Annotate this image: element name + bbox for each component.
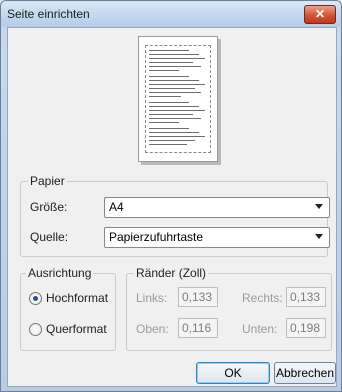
paper-source-label: Quelle: — [30, 230, 69, 244]
preview-text-line — [149, 132, 199, 133]
preview-text-line — [149, 122, 179, 123]
orientation-group — [20, 273, 116, 351]
paper-size-value: A4 — [109, 200, 124, 214]
margin-right-value: 0,133 — [290, 290, 321, 304]
margin-left-label: Links: — [136, 291, 168, 305]
dialog-client-area: Papier Größe: A4 Quelle: Papierzufuhrtas… — [7, 27, 337, 387]
margin-right-label: Rechts: — [242, 291, 283, 305]
preview-text-line — [149, 140, 195, 141]
preview-text-line — [149, 84, 205, 85]
preview-text-line — [149, 76, 189, 77]
close-button[interactable]: ✕ — [304, 5, 336, 24]
ok-button[interactable]: OK — [196, 362, 270, 384]
page-preview-margins — [145, 45, 211, 153]
preview-text-line — [149, 54, 199, 55]
preview-text-line — [149, 114, 193, 115]
margin-top-label: Oben: — [136, 322, 169, 336]
margin-right-field[interactable]: 0,133 — [286, 287, 326, 307]
margin-bottom-value: 0,198 — [290, 321, 321, 335]
margins-group-label: Ränder (Zoll) — [134, 266, 209, 280]
preview-text-line — [149, 136, 205, 137]
radio-selected-dot — [33, 296, 38, 301]
chevron-down-icon — [315, 234, 323, 239]
portrait-radio[interactable] — [29, 292, 42, 305]
page-preview — [138, 36, 218, 162]
landscape-label[interactable]: Querformat — [46, 322, 107, 336]
margin-bottom-label: Unten: — [242, 322, 278, 336]
margin-top-field[interactable]: 0,116 — [178, 318, 218, 338]
preview-text-line — [149, 118, 201, 119]
preview-text-line — [149, 50, 189, 51]
margin-left-field[interactable]: 0,133 — [178, 287, 218, 307]
paper-group-label: Papier — [28, 174, 67, 188]
preview-text-line — [149, 110, 205, 111]
preview-text-line — [149, 102, 189, 103]
paper-size-label: Größe: — [30, 200, 68, 214]
preview-text-line — [149, 88, 195, 89]
title-bar: Seite einrichten ✕ — [1, 1, 341, 27]
preview-text-line — [149, 92, 201, 93]
margin-bottom-field[interactable]: 0,198 — [286, 318, 326, 338]
window-title: Seite einrichten — [7, 7, 90, 21]
page-setup-dialog: Seite einrichten ✕ Papier Größe: A4 Quel… — [0, 0, 342, 392]
paper-source-value: Papierzufuhrtaste — [109, 230, 204, 244]
orientation-group-label: Ausrichtung — [26, 266, 94, 280]
portrait-label[interactable]: Hochformat — [46, 291, 108, 305]
chevron-down-icon — [315, 204, 323, 209]
preview-text-line — [149, 62, 193, 63]
preview-text-line — [149, 106, 199, 107]
landscape-radio[interactable] — [29, 323, 42, 336]
margin-left-value: 0,133 — [182, 290, 213, 304]
preview-text-line — [149, 70, 179, 71]
preview-text-line — [149, 80, 199, 81]
preview-text-line — [149, 58, 205, 59]
preview-text-line — [149, 128, 189, 129]
preview-text-line — [149, 66, 201, 67]
paper-size-select[interactable]: A4 — [104, 197, 330, 218]
margins-group — [126, 273, 332, 351]
cancel-button[interactable]: Abbrechen — [274, 362, 336, 384]
preview-text-line — [149, 96, 181, 97]
paper-source-select[interactable]: Papierzufuhrtaste — [104, 227, 330, 248]
margin-top-value: 0,116 — [182, 321, 212, 335]
preview-text-line — [149, 144, 187, 145]
